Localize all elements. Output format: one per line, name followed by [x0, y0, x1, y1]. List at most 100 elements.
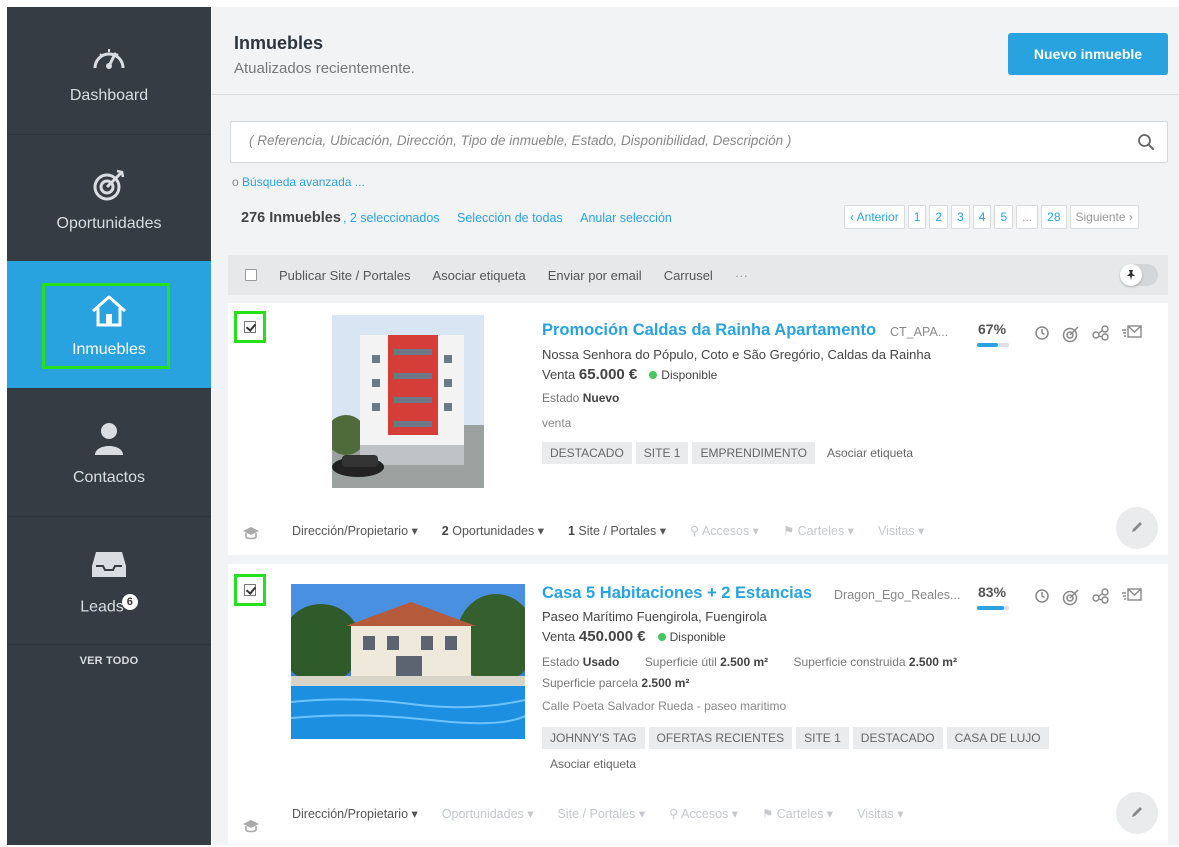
visits-dropdown[interactable]: Visitas ▾: [878, 523, 924, 538]
target-icon: [89, 165, 129, 205]
pin-toggle[interactable]: [1120, 264, 1158, 286]
add-tag-link[interactable]: Asociar etiqueta: [542, 753, 644, 775]
completion-percent: 67%: [978, 321, 1007, 337]
tag[interactable]: SITE 1: [796, 727, 849, 749]
pagination-page[interactable]: 4: [972, 205, 992, 229]
share-icon[interactable]: [1092, 588, 1110, 609]
sites-dropdown[interactable]: Site / Portales ▾: [558, 806, 646, 821]
tag[interactable]: DESTACADO: [542, 442, 632, 464]
visits-dropdown[interactable]: Visitas ▾: [857, 806, 903, 821]
property-title[interactable]: Promoción Caldas da Rainha Apartamento: [542, 321, 876, 340]
signs-dropdown[interactable]: ⚑ Carteles ▾: [783, 523, 854, 538]
graduation-cap-icon[interactable]: [242, 525, 260, 544]
property-photo[interactable]: [332, 315, 484, 488]
advanced-search-prefix: o: [232, 175, 243, 189]
advanced-search-link[interactable]: Búsqueda avanzada ...: [242, 175, 365, 189]
flag-icon: ⚑: [762, 807, 774, 821]
property-checkbox[interactable]: [234, 311, 266, 343]
publish-action[interactable]: Publicar Site / Portales: [279, 268, 411, 283]
send-email-icon[interactable]: [1122, 588, 1142, 609]
availability: Disponible: [661, 368, 718, 382]
state-value: Usado: [582, 655, 620, 669]
tag[interactable]: SITE 1: [635, 442, 689, 464]
pagination: ‹ Anterior 1 2 3 4 5 ... 28 Siguiente ›: [844, 205, 1139, 229]
property-plot: Superficie parcela 2.500 m²: [542, 676, 689, 690]
pagination-page[interactable]: 5: [994, 205, 1014, 229]
search-icon[interactable]: [1137, 133, 1155, 154]
pencil-icon: [1130, 805, 1144, 822]
clock-icon[interactable]: [1034, 325, 1050, 346]
property-checkbox[interactable]: [234, 574, 266, 606]
pagination-prev[interactable]: ‹ Anterior: [844, 205, 905, 229]
sidebar-item-contactos[interactable]: Contactos: [7, 389, 211, 517]
signs-label: Carteles: [776, 807, 824, 821]
select-all-checkbox[interactable]: [245, 269, 257, 281]
pagination-page[interactable]: 3: [951, 205, 970, 229]
visits-label: Visitas: [857, 807, 894, 821]
owner-dropdown[interactable]: Dirección/Propietario ▾: [292, 523, 418, 538]
sidebar-item-label: Dashboard: [69, 86, 149, 104]
property-extra: venta: [542, 416, 572, 430]
pagination-page[interactable]: 1: [907, 205, 927, 229]
clear-selection-link[interactable]: Anular selección: [580, 211, 672, 225]
signs-dropdown[interactable]: ⚑ Carteles ▾: [762, 806, 833, 821]
opportunities-dropdown[interactable]: Oportunidades ▾: [442, 806, 534, 821]
send-email-icon[interactable]: [1122, 325, 1142, 346]
property-footer: Dirección/Propietario ▾ Oportunidades ▾ …: [292, 806, 903, 821]
sites-label: Site / Portales: [557, 807, 636, 821]
owner-dropdown[interactable]: Dirección/Propietario ▾: [292, 806, 418, 821]
pagination-page[interactable]: 2: [929, 205, 949, 229]
share-icon[interactable]: [1092, 325, 1110, 346]
target-icon[interactable]: [1062, 588, 1080, 609]
tag[interactable]: CASA DE LUJO: [946, 727, 1049, 749]
opportunities-dropdown[interactable]: 2 Oportunidades ▾: [442, 523, 544, 538]
sidebar-item-inmuebles[interactable]: Inmuebles: [7, 261, 211, 389]
access-dropdown[interactable]: ⚲ Accesos ▾: [690, 523, 759, 538]
sidebar-item-dashboard[interactable]: Dashboard: [7, 7, 211, 135]
search-input[interactable]: [249, 133, 1109, 148]
tag[interactable]: JOHNNY'S TAG: [542, 727, 645, 749]
pagination-next[interactable]: Siguiente ›: [1069, 205, 1139, 229]
clock-icon[interactable]: [1034, 588, 1050, 609]
tag[interactable]: DESTACADO: [852, 727, 943, 749]
leads-badge: 6: [121, 594, 138, 611]
bulk-actions-bar: Publicar Site / Portales Asociar etiquet…: [228, 255, 1168, 295]
sidebar-item-oportunidades[interactable]: Oportunidades: [7, 135, 211, 263]
carousel-action[interactable]: Carrusel: [664, 268, 713, 283]
new-property-button[interactable]: Nuevo inmueble: [1008, 33, 1168, 75]
edit-button[interactable]: [1116, 507, 1158, 549]
property-footer: Dirección/Propietario ▾ 2 Oportunidades …: [292, 523, 924, 538]
more-actions[interactable]: ···: [735, 268, 748, 283]
sidebar: Dashboard Oportunidades Inmuebles Contac…: [7, 7, 211, 845]
access-label: Accesos: [701, 524, 750, 538]
available-dot: [657, 633, 666, 641]
graduation-cap-icon[interactable]: [242, 818, 260, 837]
ver-todo-link[interactable]: VER TODO: [7, 655, 211, 667]
price-label: Venta: [542, 367, 576, 382]
tag[interactable]: OFERTAS RECIENTES: [648, 727, 793, 749]
property-title[interactable]: Casa 5 Habitaciones + 2 Estancias: [542, 584, 812, 603]
target-icon[interactable]: [1062, 325, 1080, 346]
page-title: Inmuebles: [234, 33, 324, 53]
sidebar-item-leads[interactable]: Leads 6: [7, 517, 211, 645]
flag-icon: ⚑: [782, 524, 795, 538]
selected-count-link[interactable]: , 2 seleccionados: [343, 211, 440, 225]
property-price: 65.000 €: [578, 366, 638, 383]
property-photo[interactable]: [291, 584, 525, 739]
plot-area-label: Superficie parcela: [542, 676, 639, 690]
property-card: Casa 5 Habitaciones + 2 Estancias Dragon…: [228, 564, 1168, 844]
pencil-icon: [1130, 520, 1144, 537]
tag[interactable]: EMPRENDIMENTO: [692, 442, 815, 464]
email-action[interactable]: Enviar por email: [548, 268, 642, 283]
select-all-link[interactable]: Selección de todas: [457, 211, 563, 225]
access-dropdown[interactable]: ⚲ Accesos ▾: [669, 806, 738, 821]
edit-button[interactable]: [1116, 792, 1158, 834]
add-tag-link[interactable]: Asociar etiqueta: [819, 442, 921, 464]
property-address: Calle Poeta Salvador Rueda - paseo marit…: [542, 699, 787, 713]
tag-list: DESTACADO SITE 1 EMPRENDIMENTO Asociar e…: [542, 442, 1082, 464]
state-label: Estado: [542, 391, 580, 405]
pagination-page[interactable]: 28: [1041, 205, 1067, 229]
sites-dropdown[interactable]: 1 Site / Portales ▾: [568, 523, 666, 538]
tag-action[interactable]: Asociar etiqueta: [433, 268, 526, 283]
leads-label-wrap: Leads 6: [80, 594, 138, 616]
